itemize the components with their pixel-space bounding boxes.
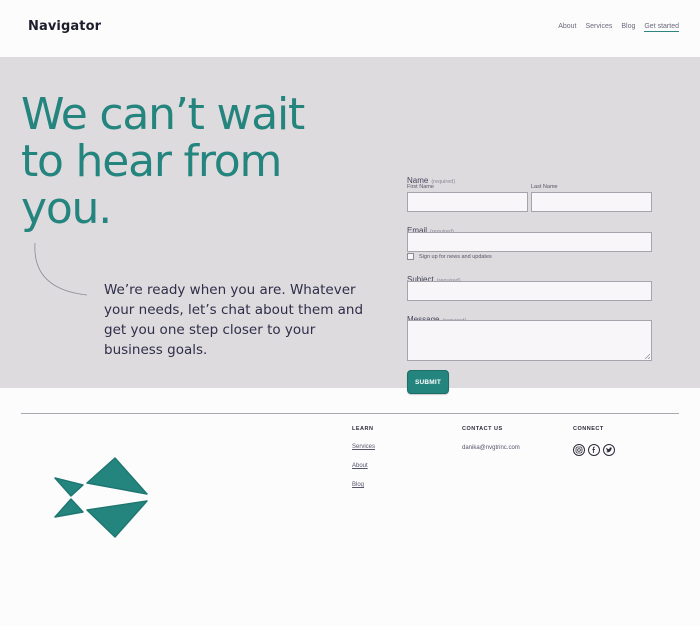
nav-link-get-started[interactable]: Get started [644,23,679,32]
site-header: Navigator About Services Blog Get starte… [0,0,700,57]
nav-link-blog[interactable]: Blog [621,23,635,32]
first-name-label: First Name [407,184,434,190]
footer-link-about[interactable]: About [352,463,368,469]
hero-description: We’re ready when you are. Whatever your … [104,282,364,358]
nav-link-about[interactable]: About [558,23,576,32]
nav-link-services[interactable]: Services [586,23,613,32]
twitter-icon[interactable] [603,444,615,456]
footer-link-blog[interactable]: Blog [352,482,364,488]
last-name-input[interactable] [531,192,652,212]
newsletter-checkbox[interactable] [407,253,414,260]
last-name-label: Last Name [531,184,558,190]
footer-divider [21,413,679,414]
connect-heading: CONNECT [573,426,604,432]
footer-link-services[interactable]: Services [352,444,375,450]
newsletter-option: Sign up for news and updates [407,253,492,260]
page-title: We can’t wait to hear from you. [21,89,305,234]
message-textarea[interactable] [407,320,652,361]
brand-mark-icon [54,457,148,538]
required-hint: (required) [431,179,456,185]
contact-hero: We can’t wait to hear from you. We’re re… [0,57,700,394]
facebook-icon[interactable] [588,444,600,456]
resize-handle-icon[interactable] [644,353,650,359]
submit-button[interactable]: SUBMIT [407,370,449,394]
contact-email[interactable]: danika@nvgtrinc.com [462,445,520,451]
main-nav: About Services Blog Get started [558,23,679,32]
instagram-icon[interactable] [573,444,585,456]
social-links [573,444,615,456]
email-input[interactable] [407,232,652,252]
newsletter-label: Sign up for news and updates [419,253,492,260]
site-logo[interactable]: Navigator [28,19,101,34]
learn-heading: LEARN [352,426,374,432]
subject-input[interactable] [407,281,652,301]
first-name-input[interactable] [407,192,528,212]
contact-heading: CONTACT US [462,426,503,432]
decorative-arc [34,242,88,296]
